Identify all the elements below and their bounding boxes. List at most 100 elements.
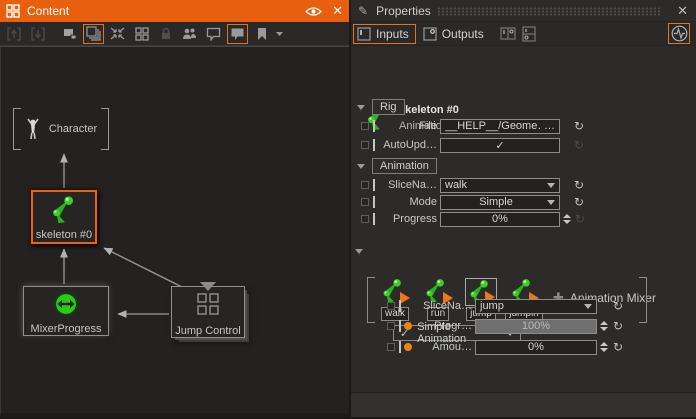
jump-control-grid-icon [197,293,219,315]
animation-collapse-icon[interactable] [357,164,365,169]
properties-panel: ✎ Properties ✕ Inputs Outputs [351,0,696,417]
mixer-amount-field[interactable]: 0% [475,340,597,355]
content-close-icon[interactable]: ✕ [332,3,343,19]
mixer-slicename-dropdown[interactable]: jump [475,299,597,314]
autoupdate-field[interactable]: ✓ [440,138,560,153]
node-mixerprogress[interactable]: MixerProgress [23,286,109,336]
bookmark-icon[interactable] [251,24,272,44]
property-bar [399,341,401,353]
properties-close-icon[interactable]: ✕ [677,3,688,19]
property-bar [399,300,401,312]
selected-node-name: skeleton #0 [399,104,459,116]
lock-icon[interactable] [155,24,176,44]
inputs-outputs-split-icon[interactable] [500,26,516,42]
properties-title: Properties [376,4,431,18]
mixer-slicename-label: SliceNa… [404,300,472,312]
tab-inputs[interactable]: Inputs [353,24,416,44]
users-icon[interactable] [179,24,200,44]
properties-tabbar: Inputs Outputs [351,22,696,46]
move-up-icon[interactable] [3,24,24,44]
node-graph-canvas[interactable]: Character skeleton #0 MixerProgress [0,46,349,417]
animated-dot-icon [404,343,412,351]
properties-titlebar: ✎ Properties ✕ [351,0,696,22]
node-skeleton[interactable]: skeleton #0 [31,190,97,244]
progress-stepper[interactable] [563,214,571,224]
mixer-slicename-reset-icon[interactable]: ↻ [613,300,623,312]
property-bar [373,196,375,208]
slicename-dropdown[interactable]: walk [440,178,560,193]
mode-bind-checkbox[interactable] [361,198,369,206]
autoupdate-label: AutoUpd… [378,139,437,151]
mode-reset-icon[interactable]: ↻ [574,196,584,208]
file-value: __HELP__/Geome… [445,120,541,132]
mixer-progress-label: Progr… [415,320,472,332]
comment-outline-icon[interactable] [203,24,224,44]
mixer-amount-label: Amou… [415,341,472,353]
tab-outputs-label: Outputs [442,27,484,41]
file-bind-checkbox[interactable] [361,122,369,130]
file-label: File [378,120,437,132]
visibility-eye-icon[interactable] [305,6,322,17]
rig-collapse-icon[interactable] [357,105,365,110]
mixer-amount-reset-icon[interactable]: ↻ [613,341,623,353]
mixer-progress-icon [52,290,80,318]
mode-value: Simple [445,196,547,208]
inputs-outputs-stacked-icon[interactable] [522,26,536,42]
node-jumpcontrol[interactable]: Jump Control [171,286,245,338]
property-bar [373,213,375,225]
node-pointer-icon [200,282,216,291]
mode-label: Mode [378,196,437,208]
chevron-down-icon [584,304,592,309]
progress-reset-icon[interactable]: ↻ [575,213,585,225]
properties-bottom-strip [351,392,696,417]
property-bar [373,139,375,151]
content-titlebar: Content ✕ [0,0,349,22]
animation-curve-toggle[interactable] [668,23,690,44]
properties-body: skeleton #0 Animation Rig Rig File __HEL… [351,46,696,392]
node-skeleton-label: skeleton #0 [36,229,92,241]
progress-field[interactable]: 0% [440,212,560,227]
progress-bind-checkbox[interactable] [361,215,369,223]
property-bar [373,179,375,191]
bookmark-caret-icon[interactable] [275,31,284,37]
pin-snapshot-icon[interactable] [59,24,80,44]
autoupdate-reset-icon[interactable]: ↻ [574,139,584,151]
mixer-progress-bind-checkbox[interactable] [387,322,395,330]
file-browse-button[interactable]: … [544,120,555,132]
collapse-arrows-icon[interactable] [107,24,128,44]
node-jumpcontrol-label: Jump Control [175,325,240,337]
mixer-progress-stepper[interactable] [600,321,608,331]
rig-section-label: Rig [372,99,405,115]
mixer-amount-bind-checkbox[interactable] [387,343,395,351]
mixer-amount-value: 0% [528,341,544,353]
content-grid-icon [6,4,20,18]
mixer-collapse-icon[interactable] [355,249,363,254]
mode-dropdown[interactable]: Simple [440,195,560,210]
grid-view-icon[interactable] [131,24,152,44]
mixer-amount-stepper[interactable] [600,342,608,352]
slicename-bind-checkbox[interactable] [361,181,369,189]
progress-value: 0% [492,213,508,225]
waveform-icon [671,25,688,42]
node-mixerprogress-label: MixerProgress [31,323,102,335]
mixer-slicename-bind-checkbox[interactable] [387,302,395,310]
comment-filled-icon[interactable] [227,24,248,44]
slicename-reset-icon[interactable]: ↻ [574,179,584,191]
mixer-progress-reset-icon[interactable]: ↻ [613,320,623,332]
autoupdate-checkmark: ✓ [495,139,504,152]
node-character-label: Character [49,123,97,135]
move-down-icon[interactable] [27,24,48,44]
mixer-progress-field[interactable]: 100% [475,319,597,334]
tab-inputs-label: Inputs [376,27,409,41]
slicename-label: SliceNa… [378,179,437,191]
chevron-down-icon [547,200,555,205]
node-character[interactable]: Character [13,108,109,150]
autoupdate-bind-checkbox[interactable] [361,141,369,149]
property-bar [399,320,401,332]
mixer-progress-value: 100% [522,320,550,332]
file-reset-icon[interactable]: ↻ [574,120,584,132]
layers-icon[interactable] [83,24,104,44]
tab-outputs[interactable]: Outputs [420,24,490,44]
titlebar-texture [437,7,660,16]
file-field[interactable]: __HELP__/Geome… … [440,119,560,134]
